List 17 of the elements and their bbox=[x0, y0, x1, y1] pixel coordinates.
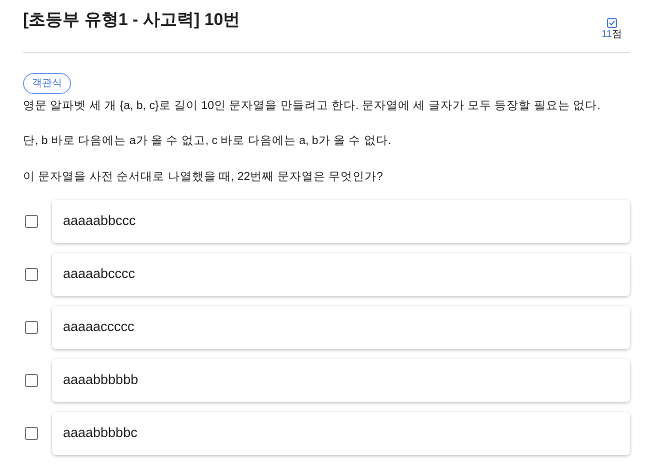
answer-option[interactable]: aaaaabcccc bbox=[52, 252, 630, 296]
answer-option[interactable]: aaaabbbbbc bbox=[52, 412, 630, 455]
checkbox-icon bbox=[606, 18, 617, 28]
checkbox[interactable] bbox=[25, 320, 38, 334]
question-text: 단, b 바로 다음에는 a가 올 수 없고, c 바로 다음에는 a, b가 올 수 없다. bbox=[23, 134, 392, 150]
score-display: 11점 bbox=[602, 18, 622, 40]
answer-option[interactable]: aaaaaccccc bbox=[52, 306, 630, 349]
question-title: [초등부 유형1 - 사고력] 10번 bbox=[23, 10, 240, 30]
question-type-badge: 객관식 bbox=[23, 73, 71, 94]
question-text: 영문 알파벳 세 개 {a, b, c}로 길이 10인 문자열을 만들려고 한다. 문자열에 세 글자가 모두 등장할 필요는 없다. bbox=[23, 99, 602, 114]
checkbox[interactable] bbox=[25, 214, 38, 228]
checkbox[interactable] bbox=[25, 268, 38, 281]
answer-option[interactable]: aaaaabbccc bbox=[52, 200, 630, 243]
checkbox[interactable] bbox=[25, 426, 38, 440]
question-text: 이 문자열을 사전 순서대로 나열했을 때, 22번째 문자열은 무엇인가? bbox=[23, 170, 384, 184]
checkbox[interactable] bbox=[25, 374, 38, 387]
answer-option[interactable]: aaaabbbbbb bbox=[52, 358, 630, 402]
